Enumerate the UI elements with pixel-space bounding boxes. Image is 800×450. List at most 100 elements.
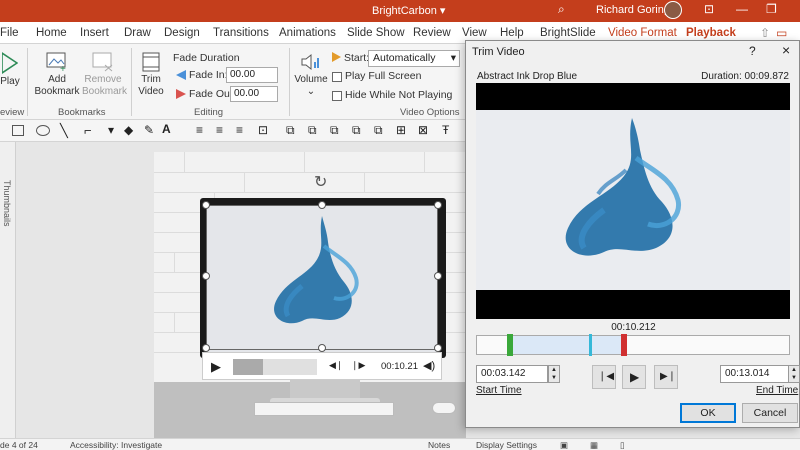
align-right-icon[interactable]: ≡ <box>236 123 243 137</box>
video-duration: Duration: 00:09.872 <box>701 71 789 82</box>
align-center-icon[interactable]: ≡ <box>216 123 223 137</box>
avatar[interactable] <box>664 1 682 19</box>
end-time-input[interactable]: 00:13.014 <box>720 365 792 383</box>
tab-view[interactable]: View <box>462 27 487 39</box>
resize-handle[interactable] <box>434 201 442 209</box>
shape-fill-icon[interactable]: ◆ <box>124 123 133 137</box>
ribbon-display-icon[interactable]: ⊡ <box>704 2 714 16</box>
playhead-marker[interactable] <box>589 334 592 356</box>
bring-forward-icon[interactable]: ⧉ <box>308 123 317 138</box>
start-time-input[interactable]: 00:03.142 <box>476 365 548 383</box>
tab-transitions[interactable]: Transitions <box>213 27 269 39</box>
normal-view-icon[interactable]: ▣ <box>560 440 568 450</box>
rotate-handle-icon[interactable]: ↻ <box>314 172 327 192</box>
tab-slide-show[interactable]: Slide Show <box>347 27 405 39</box>
resize-handle[interactable] <box>318 344 326 352</box>
font-color-icon[interactable]: A <box>162 122 171 136</box>
trim-selection <box>509 336 623 354</box>
tab-video-format[interactable]: Video Format <box>608 27 677 39</box>
tab-insert[interactable]: Insert <box>80 27 109 39</box>
volume-icon <box>301 53 319 71</box>
user-name[interactable]: Richard Goring <box>596 4 670 16</box>
resize-handle[interactable] <box>318 201 326 209</box>
display-settings-button[interactable]: Display Settings <box>476 440 537 450</box>
add-bookmark-button[interactable]: + Add Bookmark <box>34 52 80 98</box>
cancel-button[interactable]: Cancel <box>742 403 798 423</box>
hide-while-not-playing-checkbox[interactable] <box>332 91 342 101</box>
start-trim-marker[interactable] <box>507 334 513 356</box>
tab-file[interactable]: File <box>0 27 19 39</box>
connector-shape-icon[interactable]: ⌐ <box>84 123 92 138</box>
resize-handle[interactable] <box>202 272 210 280</box>
document-title-text: BrightCarbon <box>372 5 437 17</box>
text-box-icon[interactable]: Ŧ <box>442 123 449 137</box>
play-button[interactable]: Play <box>0 52 20 88</box>
accessibility-status[interactable]: Accessibility: Investigate <box>70 440 162 450</box>
crop-icon[interactable]: ⊞ <box>396 123 406 137</box>
chevron-down-icon: ⌄ <box>306 86 316 97</box>
tab-design[interactable]: Design <box>164 27 200 39</box>
end-time-spinner[interactable]: ▲ ▼ <box>788 365 800 383</box>
trim-timeline[interactable] <box>476 334 790 356</box>
tab-animations[interactable]: Animations <box>279 27 336 39</box>
tab-brightslide[interactable]: BrightSlide <box>540 27 596 39</box>
end-trim-marker[interactable] <box>621 334 627 356</box>
minimize-icon[interactable]: — <box>736 2 748 16</box>
fade-out-label: Fade Out: <box>189 88 236 100</box>
document-title[interactable]: BrightCarbon ▾ <box>372 4 445 17</box>
previous-frame-icon: ❘◀ <box>598 371 615 382</box>
fade-in-input[interactable]: 00.00 <box>226 67 278 83</box>
line-shape-icon[interactable]: ╲ <box>60 123 68 139</box>
reading-view-icon[interactable]: ▯ <box>620 440 625 450</box>
volume-button[interactable]: Volume ⌄ <box>294 52 328 98</box>
shape-outline-icon[interactable]: ✎ <box>144 123 154 137</box>
resize-handle[interactable] <box>202 344 210 352</box>
comment-icon[interactable]: ▭ <box>776 26 787 40</box>
rectangle-shape-icon[interactable] <box>12 125 24 136</box>
separator <box>289 48 290 116</box>
step-forward-icon[interactable]: ❘▶ <box>351 360 365 371</box>
fade-out-input[interactable]: 00.00 <box>230 86 278 102</box>
tab-home[interactable]: Home <box>36 27 67 39</box>
restore-icon[interactable]: ❐ <box>766 2 777 16</box>
tab-draw[interactable]: Draw <box>124 27 151 39</box>
close-icon[interactable]: × <box>782 42 790 58</box>
oval-shape-icon[interactable] <box>36 125 50 136</box>
trim-video-button[interactable]: Trim Video <box>134 52 168 98</box>
align-left-icon[interactable]: ≡ <box>196 123 203 137</box>
help-icon[interactable]: ? <box>749 44 756 58</box>
volume-label: Volume <box>294 74 328 85</box>
start-dropdown-value: Automatically <box>373 52 436 64</box>
step-back-icon[interactable]: ◀❘ <box>329 360 343 371</box>
start-time-spinner[interactable]: ▲ ▼ <box>548 365 560 383</box>
remove-bookmark-button[interactable]: Remove Bookmark <box>82 52 127 98</box>
notes-button[interactable]: Notes <box>428 440 450 450</box>
resize-handle[interactable] <box>434 344 442 352</box>
send-backward-icon[interactable]: ⧉ <box>330 123 339 138</box>
next-frame-button[interactable]: ▶❘ <box>654 365 678 389</box>
slide-sorter-icon[interactable]: ▦ <box>590 440 598 450</box>
distribute-icon[interactable]: ⧉ <box>286 123 295 138</box>
previous-frame-button[interactable]: ❘◀ <box>592 365 616 389</box>
group-label-bookmarks: Bookmarks <box>58 107 106 118</box>
share-icon[interactable]: ⇧ <box>760 26 770 40</box>
search-icon[interactable]: ⌕ <box>558 2 565 17</box>
add-bookmark-label: Add Bookmark <box>34 74 80 97</box>
group-label-editing: Editing <box>194 107 224 118</box>
size-icon[interactable]: ⧉ <box>374 123 383 138</box>
resize-handle[interactable] <box>434 272 442 280</box>
play-icon[interactable]: ▶ <box>211 359 221 375</box>
ok-button[interactable]: OK <box>680 403 736 423</box>
resize-handle[interactable] <box>202 201 210 209</box>
tab-review[interactable]: Review <box>413 27 451 39</box>
more-shapes-icon[interactable]: ▾ <box>108 123 114 137</box>
play-pause-button[interactable]: ▶ <box>622 365 646 389</box>
play-label: Play <box>0 76 20 87</box>
group-icon[interactable]: ⊡ <box>258 123 268 137</box>
tab-help[interactable]: Help <box>500 27 524 39</box>
match-size-icon[interactable]: ⊠ <box>418 123 428 137</box>
volume-icon[interactable]: ◀) <box>423 359 435 372</box>
rotate-icon[interactable]: ⧉ <box>352 123 361 138</box>
start-dropdown[interactable]: Automatically ▾ <box>368 50 460 67</box>
play-full-screen-checkbox[interactable] <box>332 72 342 82</box>
